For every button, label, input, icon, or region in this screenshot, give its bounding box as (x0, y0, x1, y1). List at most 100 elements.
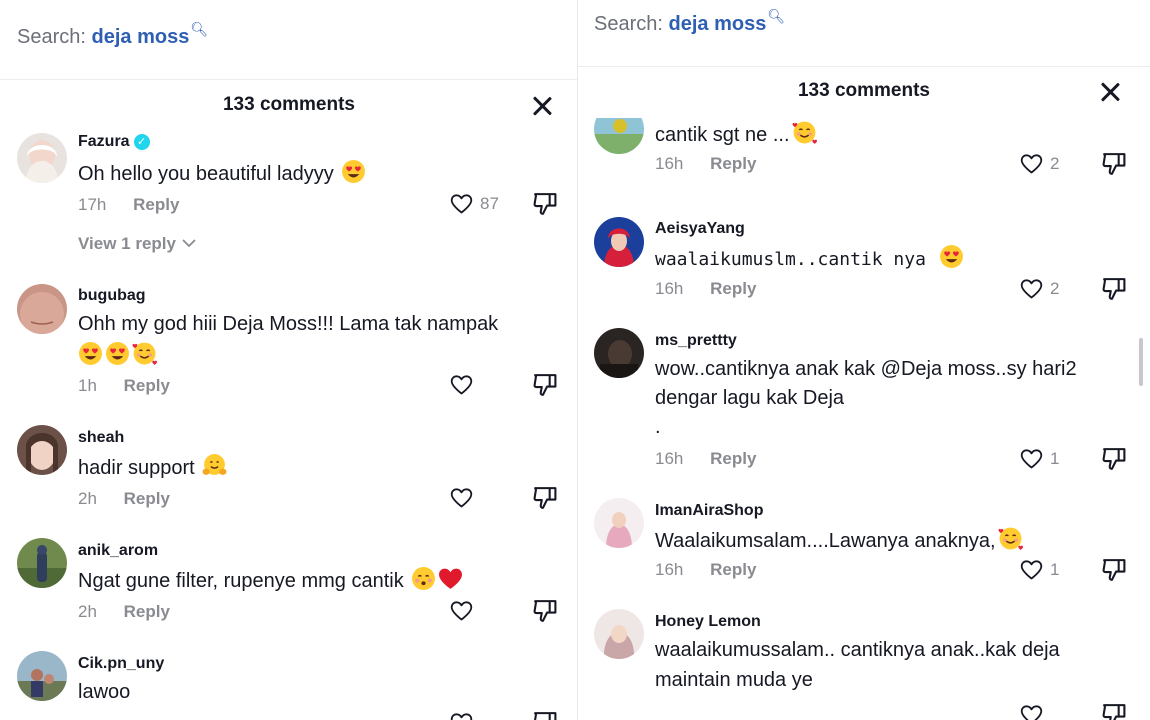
avatar[interactable] (594, 609, 644, 659)
dislike-icon[interactable] (532, 598, 558, 624)
comment-time: 16h (655, 449, 684, 468)
comment-text-content: waalaikumuslm..cantik nya (655, 249, 926, 270)
like-button[interactable] (449, 373, 474, 397)
like-button[interactable] (449, 711, 474, 720)
search-icon[interactable]: 🔍︎ (767, 8, 785, 24)
avatar[interactable] (17, 284, 67, 334)
reply-button[interactable]: Reply (710, 279, 756, 298)
dislike-icon[interactable] (532, 485, 558, 511)
left-comments-panel: Search: deja moss🔍︎ 133 comments Fazura ✓… (0, 0, 578, 720)
comments-list[interactable]: norzahirac cantik sgt ne ... 16h Reply 2… (578, 118, 1150, 720)
reply-button[interactable]: Reply (124, 602, 170, 621)
dislike-icon[interactable] (1101, 702, 1127, 720)
comment-meta: 17h Reply (78, 195, 179, 215)
comment-item: Cik.pn_uny lawoo (0, 651, 578, 720)
like-button[interactable] (449, 599, 474, 623)
heart-eyes-emoji (79, 342, 102, 365)
reply-button[interactable]: Reply (710, 449, 756, 468)
comment-author[interactable]: bugubag (78, 287, 146, 305)
comment-text: waalaikumussalam.. cantiknya anak..kak d… (655, 635, 1060, 665)
comment-meta: 16h Reply (655, 449, 756, 469)
reply-button[interactable]: Reply (124, 376, 170, 395)
comment-author[interactable]: Cik.pn_uny (78, 655, 164, 673)
smiling-hearts-emoji (997, 526, 1023, 551)
dislike-icon[interactable] (532, 191, 558, 217)
dislike-icon[interactable] (1101, 557, 1127, 583)
avatar[interactable] (594, 498, 644, 548)
heart-icon[interactable] (449, 599, 474, 623)
like-button[interactable]: 87 (449, 192, 499, 216)
heart-icon[interactable] (449, 711, 474, 720)
search-icon[interactable]: 🔍︎ (190, 21, 208, 37)
blushing-emoji (411, 566, 436, 591)
close-icon[interactable] (530, 94, 554, 118)
comment-author[interactable]: ImanAiraShop (655, 502, 763, 520)
avatar[interactable] (17, 651, 67, 701)
comment-meta: 16h Reply (655, 279, 756, 299)
search-bar[interactable]: Search: deja moss🔍︎ (0, 0, 578, 80)
avatar[interactable] (17, 133, 67, 183)
reply-button[interactable]: Reply (710, 560, 756, 579)
heart-icon[interactable] (1019, 277, 1044, 301)
dislike-icon[interactable] (1101, 151, 1127, 177)
comment-text: wow..cantiknya anak kak @Deja moss..sy h… (655, 354, 1077, 384)
comment-text-line: maintain muda ye (655, 669, 813, 691)
comment-meta: 2h Reply (78, 602, 170, 622)
smiling-hearts-emoji (791, 120, 817, 145)
close-icon[interactable] (1098, 80, 1122, 104)
dislike-icon[interactable] (1101, 446, 1127, 472)
search-query[interactable]: deja moss (669, 13, 767, 35)
reply-button[interactable]: Reply (710, 154, 756, 173)
comment-text-line: wow..cantiknya anak kak @Deja moss..sy h… (655, 358, 1077, 380)
comment-item: bugubag Ohh my god hiii Deja Moss!!! Lam… (0, 282, 578, 412)
avatar[interactable] (17, 425, 67, 475)
heart-icon[interactable] (449, 192, 474, 216)
like-button[interactable] (1019, 703, 1044, 720)
heart-icon[interactable] (449, 373, 474, 397)
avatar[interactable] (594, 217, 644, 267)
like-button[interactable] (449, 486, 474, 510)
reply-button[interactable]: Reply (133, 195, 179, 214)
comment-author[interactable]: Honey Lemon (655, 613, 761, 631)
comment-author[interactable]: anik_arom (78, 542, 158, 560)
comment-author[interactable]: ms_prettty (655, 332, 737, 350)
heart-icon[interactable] (1019, 558, 1044, 582)
comment-item: Fazura ✓ Oh hello you beautiful ladyyy 17… (0, 130, 578, 270)
chevron-down-icon[interactable] (181, 237, 197, 249)
search-label: Search: (594, 13, 663, 35)
author-name[interactable]: Fazura (78, 133, 130, 150)
heart-icon[interactable] (1019, 703, 1044, 720)
reply-button[interactable]: Reply (124, 489, 170, 508)
like-button[interactable]: 2 (1019, 277, 1059, 301)
avatar[interactable] (594, 118, 644, 154)
like-button[interactable]: 1 (1019, 447, 1059, 471)
search-query[interactable]: deja moss (92, 26, 190, 48)
red-heart-emoji (439, 568, 463, 589)
like-count: 1 (1050, 449, 1060, 468)
heart-icon[interactable] (449, 486, 474, 510)
comment-text-content: cantik sgt ne ... (655, 124, 790, 146)
search-bar[interactable]: Search: deja moss🔍︎ (578, 0, 1150, 67)
comment-text-line: dengar lagu kak Deja (655, 387, 845, 409)
heart-icon[interactable] (1019, 447, 1044, 471)
dislike-icon[interactable] (532, 710, 558, 720)
comment-author[interactable]: Fazura ✓ (78, 133, 150, 151)
dislike-icon[interactable] (532, 372, 558, 398)
dislike-icon[interactable] (1101, 276, 1127, 302)
comment-text: maintain muda ye (655, 665, 813, 695)
comment-meta: 2h Reply (78, 489, 170, 509)
comments-header: 133 comments (0, 82, 578, 128)
comment-author[interactable]: sheah (78, 429, 124, 447)
heart-eyes-emoji (939, 245, 963, 268)
avatar[interactable] (594, 328, 644, 378)
like-button[interactable]: 2 (1019, 152, 1059, 176)
heart-eyes-emoji (106, 342, 129, 365)
view-replies-button[interactable]: View 1 reply (78, 234, 197, 254)
scrollbar-thumb[interactable] (1139, 338, 1143, 386)
comment-text: Ohh my god hiii Deja Moss!!! Lama tak na… (78, 309, 498, 339)
avatar[interactable] (17, 538, 67, 588)
heart-icon[interactable] (1019, 152, 1044, 176)
comment-author[interactable]: AeisyaYang (655, 220, 745, 238)
like-button[interactable]: 1 (1019, 558, 1059, 582)
view-replies-label[interactable]: View 1 reply (78, 234, 176, 253)
